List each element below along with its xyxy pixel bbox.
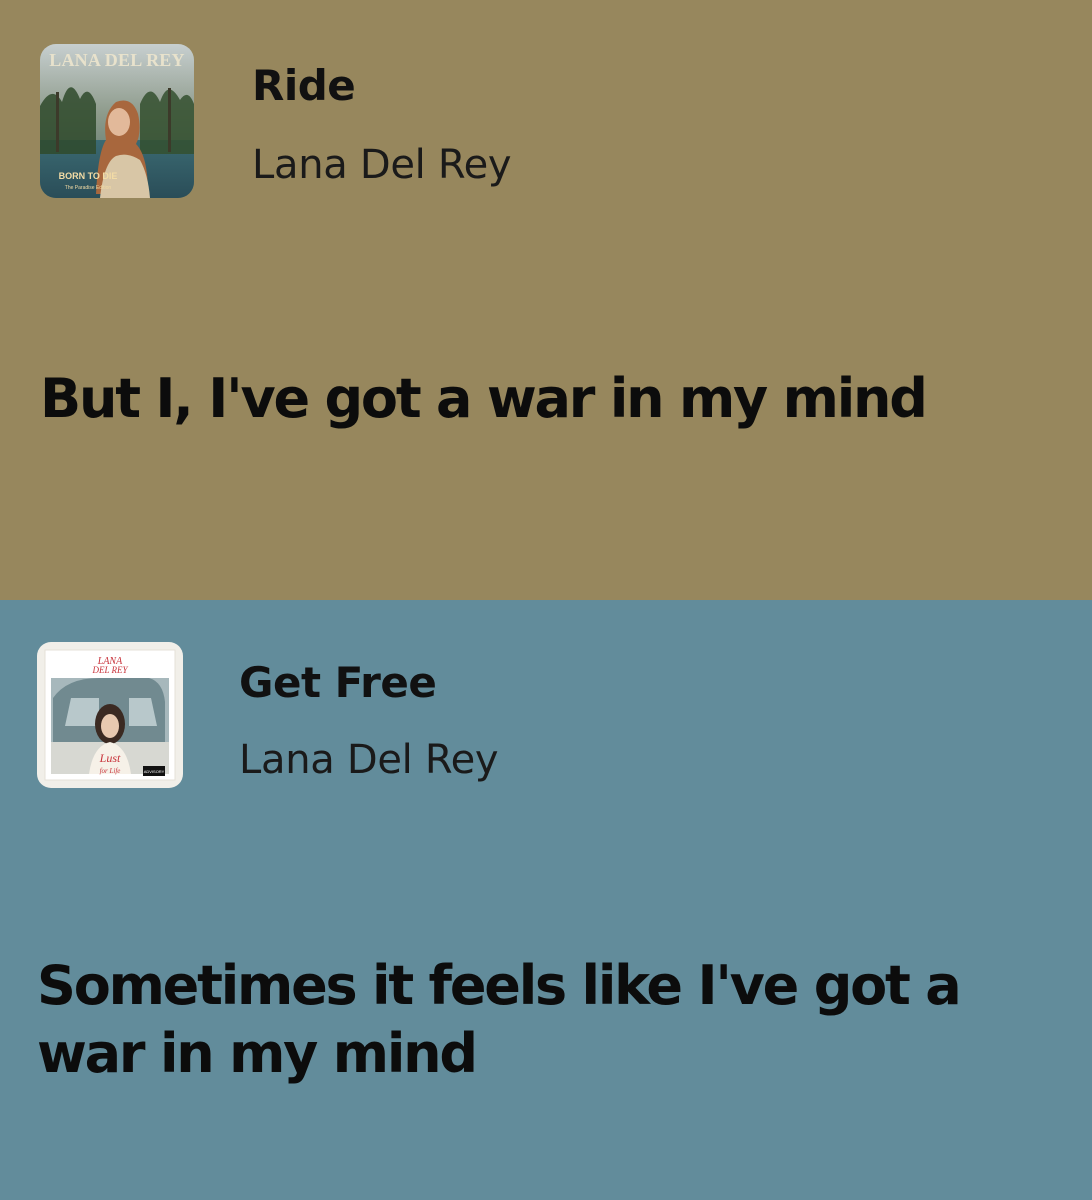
svg-text:ADVISORY: ADVISORY <box>144 769 165 774</box>
album-cover-icon: LANA DEL REY BORN TO DIE The Paradise Ed… <box>40 44 194 198</box>
artist-name[interactable]: Lana Del Rey <box>239 737 499 783</box>
svg-text:BORN TO DIE: BORN TO DIE <box>59 171 118 181</box>
svg-text:DEL REY: DEL REY <box>91 665 128 675</box>
song-title[interactable]: Get Free <box>239 659 437 707</box>
artist-name[interactable]: Lana Del Rey <box>252 142 512 188</box>
svg-text:LANA DEL REY: LANA DEL REY <box>49 50 184 70</box>
lyric-text: But I, I've got a war in my mind <box>40 367 928 430</box>
album-cover-born-to-die-icon: LANA DEL REY BORN TO DIE The Paradise Ed… <box>40 44 194 198</box>
lyric-text: Sometimes it feels like I've got a war i… <box>37 954 962 1085</box>
song-title[interactable]: Ride <box>252 62 356 110</box>
svg-text:The Paradise Edition: The Paradise Edition <box>65 185 112 191</box>
album-cover-lust-for-life-icon: LANA DEL REY Lust for Life ADVISORY <box>37 642 183 788</box>
svg-text:Lust: Lust <box>99 751 121 765</box>
svg-text:for Life: for Life <box>100 767 121 775</box>
album-cover-icon: LANA DEL REY Lust for Life ADVISORY <box>37 642 183 788</box>
